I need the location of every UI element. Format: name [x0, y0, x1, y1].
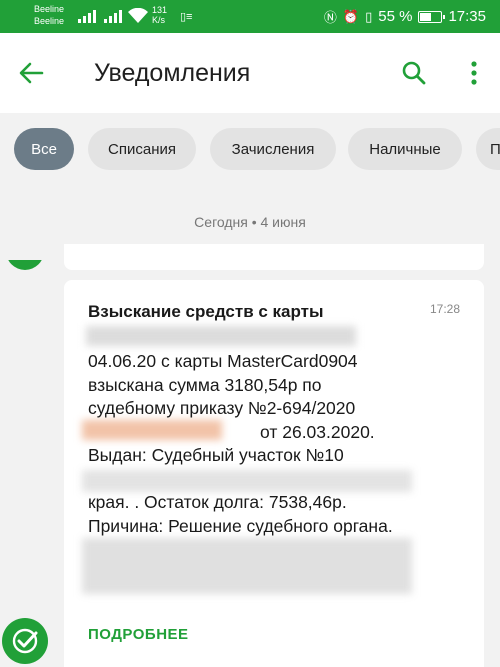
sim-icon: ▯≡	[180, 11, 193, 23]
filter-chip-more[interactable]: П	[476, 128, 500, 170]
signal-icon	[104, 10, 122, 23]
filter-chip-all[interactable]: Все	[14, 128, 74, 170]
search-button[interactable]	[394, 53, 434, 93]
network-speed: 131 K/s	[152, 5, 167, 25]
nfc-icon: Ⓝ	[323, 10, 337, 25]
back-button[interactable]	[10, 53, 52, 93]
sberbank-logo-avatar	[2, 618, 48, 664]
notification-card[interactable]: Взыскание средств с карты 17:28 04.06.20…	[64, 280, 484, 667]
vibrate-icon: ▯	[365, 8, 373, 24]
app-bar: Уведомления	[0, 33, 500, 113]
arrow-left-icon	[19, 62, 44, 84]
signal-icon	[78, 10, 96, 23]
body-line: судебному приказу №2-694/2020	[88, 398, 356, 418]
carrier-2: Beeline	[34, 16, 65, 26]
alarm-icon: ⏰	[342, 8, 360, 24]
date-separator: Сегодня • 4 июня	[194, 214, 306, 230]
notification-body: 04.06.20 с карты MasterCard0904 взыскана…	[88, 350, 468, 538]
carrier-names: Beeline Beeline	[34, 3, 64, 27]
carrier-1: Beeline	[34, 4, 65, 14]
search-icon	[402, 61, 426, 85]
redacted-block	[86, 326, 356, 346]
redacted-block	[82, 538, 412, 594]
wifi-icon	[128, 8, 148, 23]
notification-title: Взыскание средств с карты	[88, 302, 324, 321]
battery-percent: 55 %	[378, 8, 413, 25]
body-line: Выдан: Судебный участок №10	[88, 445, 344, 465]
filter-chip-credits[interactable]: Зачисления	[210, 128, 336, 170]
filter-chip-debits[interactable]: Списания	[88, 128, 196, 170]
status-bar: Beeline Beeline 131 K/s ▯≡ Ⓝ ⏰ ▯ 55 % 17…	[0, 0, 500, 33]
notification-time: 17:28	[429, 302, 460, 316]
more-details-link[interactable]: ПОДРОБНЕЕ	[88, 626, 189, 643]
battery-icon	[418, 10, 446, 23]
body-line: Причина: Решение судебного органа.	[88, 515, 393, 536]
filter-chip-cash[interactable]: Наличные	[348, 128, 462, 170]
battery-fill	[420, 12, 432, 21]
body-line: края. . Остаток долга: 7538,46р.	[88, 492, 347, 512]
body-line-redacted	[88, 468, 468, 492]
previous-notification-card[interactable]	[64, 244, 484, 270]
more-options-button[interactable]	[460, 53, 488, 93]
network-speed-unit: K/s	[152, 15, 166, 25]
sberbank-logo-icon	[12, 628, 38, 654]
body-line: 04.06.20 с карты MasterCard0904	[88, 351, 358, 371]
page-title: Уведомления	[94, 59, 251, 87]
body-line: от 26.03.2020.	[260, 421, 375, 442]
previous-notification-avatar	[6, 260, 44, 270]
body-line: взыскана сумма 3180,54р по	[88, 374, 322, 395]
status-right: Ⓝ ⏰ ▯ 55 % 17:35	[324, 7, 486, 26]
more-vertical-icon	[471, 61, 477, 85]
network-speed-value: 131	[152, 5, 168, 15]
clock: 17:35	[448, 8, 486, 25]
